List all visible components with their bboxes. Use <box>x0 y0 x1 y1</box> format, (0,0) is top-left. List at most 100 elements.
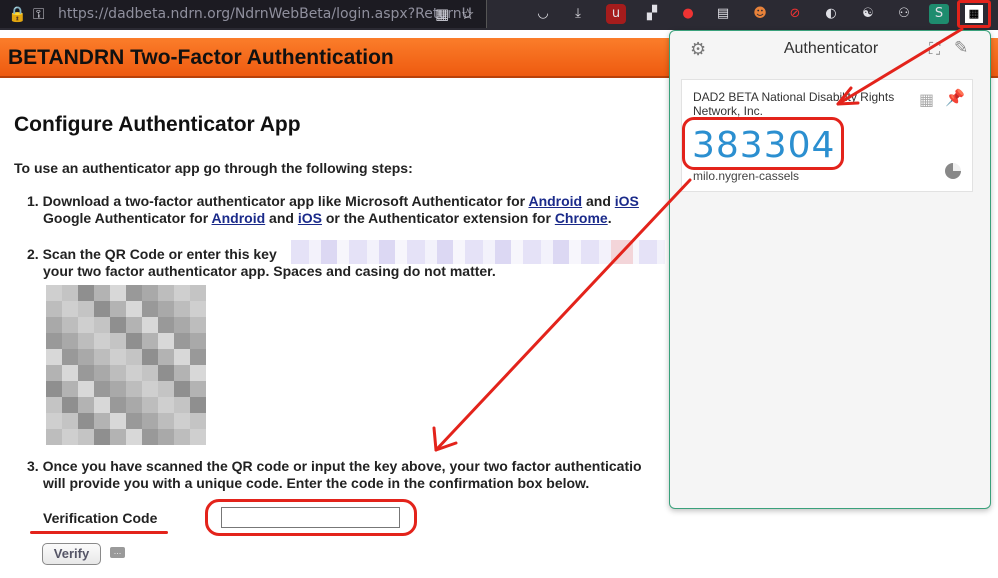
qr-cell <box>46 285 62 301</box>
qr-cell <box>78 317 94 333</box>
screenshot-root: 🔒 ⚿ https://dadbeta.ndrn.org/NdrnWebBeta… <box>0 0 998 578</box>
qr-cell <box>46 381 62 397</box>
qr-cell <box>46 429 62 445</box>
ios-link-2[interactable]: iOS <box>298 210 322 226</box>
qr-code-redacted <box>46 285 206 445</box>
url-text[interactable]: https://dadbeta.ndrn.org/NdrnWebBeta/log… <box>58 6 472 22</box>
qr-cell <box>94 301 110 317</box>
qr-cell <box>158 413 174 429</box>
key-icon[interactable]: ⚿ <box>33 5 44 23</box>
qr-cell <box>142 429 158 445</box>
authenticator-extension-button[interactable]: ▦ <box>957 0 991 28</box>
step-3: 3. Once you have scanned the QR code or … <box>27 458 642 492</box>
chrome-link[interactable]: Chrome <box>555 210 608 226</box>
qr-cell <box>174 333 190 349</box>
qr-cell <box>126 333 142 349</box>
container-icon[interactable]: ▤ <box>713 4 733 24</box>
blocker-icon[interactable]: ⊘ <box>785 4 805 24</box>
qr-cell <box>110 381 126 397</box>
qr-cell <box>110 301 126 317</box>
edit-pencil-icon[interactable]: ✎ <box>954 38 968 58</box>
qr-cell <box>190 349 206 365</box>
step-2-line2: your two factor authenticator app. Space… <box>43 263 496 279</box>
qr-cell <box>126 429 142 445</box>
popup-title: Authenticator <box>783 40 879 57</box>
step-1-and-2: and <box>265 210 298 226</box>
qr-cell <box>158 301 174 317</box>
qr-cell <box>190 317 206 333</box>
privacy-icon[interactable]: ◐ <box>821 4 841 24</box>
step-1-text: 1. Download a two-factor authenticator a… <box>27 193 529 209</box>
qr-cell <box>158 333 174 349</box>
qr-cell <box>174 381 190 397</box>
pocket-icon[interactable]: ◡ <box>533 4 553 24</box>
qr-cell <box>62 413 78 429</box>
grid-icon[interactable]: ▦ <box>435 5 449 23</box>
qr-cell <box>174 413 190 429</box>
qr-cell <box>174 301 190 317</box>
stylus-icon[interactable]: S <box>929 4 949 24</box>
verify-button[interactable]: Verify <box>42 543 101 565</box>
qr-cell <box>78 349 94 365</box>
qr-cell <box>94 397 110 413</box>
download-icon[interactable]: ⤓ <box>568 4 588 24</box>
qr-cell <box>174 365 190 381</box>
qr-cell <box>46 349 62 365</box>
pin-icon[interactable]: 📌 <box>945 88 965 107</box>
qr-cell <box>94 429 110 445</box>
qr-cell <box>190 429 206 445</box>
countdown-timer-icon <box>945 163 961 179</box>
qr-cell <box>174 349 190 365</box>
qr-cell <box>110 365 126 381</box>
bookmark-star-icon[interactable]: ☆ <box>461 5 474 23</box>
qr-cell <box>126 349 142 365</box>
android-link-1[interactable]: Android <box>528 193 582 209</box>
qr-cell <box>94 349 110 365</box>
qr-cell <box>62 429 78 445</box>
qr-cell <box>62 381 78 397</box>
qr-cell <box>110 429 126 445</box>
android-link-2[interactable]: Android <box>212 210 266 226</box>
scan-qr-icon[interactable]: ⛶ <box>929 39 940 59</box>
qr-cell <box>142 397 158 413</box>
qr-cell <box>174 397 190 413</box>
step-1-or: or the Authenticator extension for <box>321 210 555 226</box>
ublock-icon[interactable]: u <box>606 4 626 24</box>
yin-yang-icon[interactable]: ☯ <box>858 4 878 24</box>
address-bar[interactable]: 🔒 ⚿ https://dadbeta.ndrn.org/NdrnWebBeta… <box>0 0 487 28</box>
step-1: 1. Download a two-factor authenticator a… <box>27 193 639 227</box>
qr-cell <box>190 413 206 429</box>
owl-icon[interactable]: ⚇ <box>894 4 914 24</box>
intro-text: To use an authenticator app go through t… <box>14 160 413 176</box>
qr-cell <box>126 365 142 381</box>
qr-cell <box>158 317 174 333</box>
qr-cell <box>190 285 206 301</box>
qr-cell <box>126 317 142 333</box>
annotation-code-circle <box>682 117 844 170</box>
authenticator-popup: ⚙ Authenticator ⛶ ✎ DAD2 BETA National D… <box>669 30 991 509</box>
show-qr-icon[interactable]: ▦ <box>919 90 934 109</box>
secret-key-redacted <box>291 240 665 264</box>
step-3-line1: 3. Once you have scanned the QR code or … <box>27 458 642 474</box>
qr-cell <box>142 285 158 301</box>
qr-cell <box>94 413 110 429</box>
qr-cell <box>190 333 206 349</box>
lock-icon[interactable]: 🔒 <box>8 5 27 23</box>
qr-cell <box>62 349 78 365</box>
qr-cell <box>78 285 94 301</box>
qr-cell <box>142 381 158 397</box>
qr-cell <box>46 301 62 317</box>
qr-cell <box>142 333 158 349</box>
red-ext-icon[interactable]: ● <box>678 4 698 24</box>
extensions-grid-icon[interactable]: ▞ <box>642 4 662 24</box>
qr-cell <box>110 397 126 413</box>
ios-link-1[interactable]: iOS <box>615 193 639 209</box>
browser-toolbar: 🔒 ⚿ https://dadbeta.ndrn.org/NdrnWebBeta… <box>0 0 998 30</box>
qr-cell <box>62 285 78 301</box>
chipmunk-icon[interactable]: ☻ <box>750 4 770 24</box>
entry-issuer: DAD2 BETA National Disability Rights Net… <box>693 90 895 118</box>
qr-cell <box>190 381 206 397</box>
qr-cell <box>94 381 110 397</box>
qr-cell <box>190 365 206 381</box>
chat-icon[interactable]: … <box>110 547 125 558</box>
